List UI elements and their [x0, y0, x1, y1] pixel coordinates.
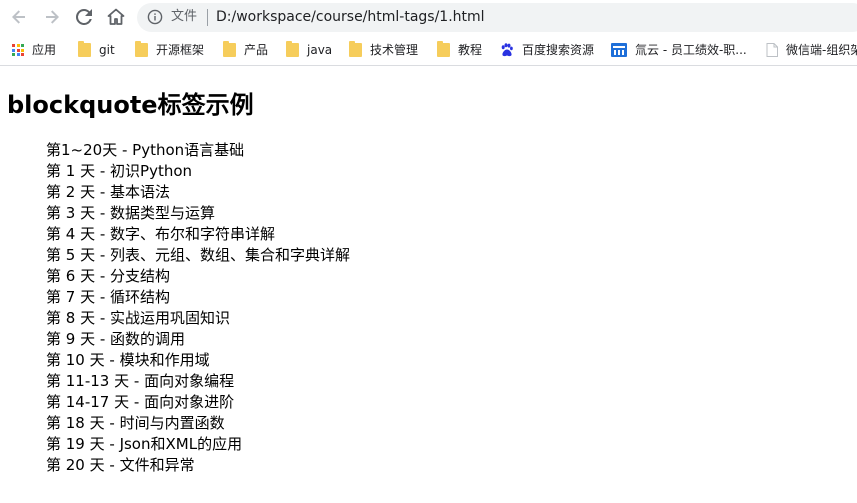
page-heading: blockquote标签示例 — [7, 91, 254, 119]
back-button[interactable] — [7, 5, 31, 29]
folder-icon — [349, 41, 362, 57]
address-bar[interactable]: 文件 D:/workspace/course/html-tags/1.html — [137, 3, 857, 32]
blockquote-line: 第1~20天 - Python语言基础 — [46, 141, 245, 159]
reload-button[interactable] — [72, 5, 96, 29]
home-icon — [107, 8, 125, 25]
bookmark-apps[interactable]: 应用 — [12, 41, 56, 59]
bookmark-open-source[interactable]: 开源框架 — [135, 41, 204, 59]
bookmark-tech-management[interactable]: 技术管理 — [349, 41, 418, 59]
bookmark-tutorial[interactable]: 教程 — [437, 41, 482, 59]
blockquote-line: 第 18 天 - 时间与内置函数 — [46, 414, 225, 432]
bookmark-label: git — [99, 43, 115, 57]
bookmark-label: 技术管理 — [370, 43, 419, 57]
arrow-right-icon — [46, 10, 59, 24]
bookmark-java[interactable]: java — [286, 41, 332, 59]
bookmark-wechat-org[interactable]: 微信端-组织架 — [766, 41, 857, 59]
bookmark-label: 教程 — [458, 43, 483, 57]
blockquote-line: 第 9 天 - 函数的调用 — [46, 330, 186, 348]
page-icon — [766, 43, 778, 57]
bookmark-label: 产品 — [244, 43, 269, 57]
url-text[interactable]: D:/workspace/course/html-tags/1.html — [216, 9, 485, 25]
bookmark-chuanyun[interactable]: 氚云 - 员工绩效-职... — [611, 41, 747, 59]
blockquote-line: 第 19 天 - Json和XML的应用 — [46, 435, 243, 453]
blockquote-line: 第 5 天 - 列表、元组、数组、集合和字典详解 — [46, 246, 351, 264]
folder-icon — [286, 41, 299, 57]
home-button[interactable] — [104, 5, 128, 29]
scheme-label: 文件 — [171, 9, 198, 24]
bookmark-label: 氚云 - 员工绩效-职... — [635, 43, 747, 57]
blockquote-line: 第 4 天 - 数字、布尔和字符串详解 — [46, 225, 276, 243]
baidu-paw-icon — [501, 43, 513, 57]
blockquote-line: 第 11-13 天 - 面向对象编程 — [46, 372, 235, 390]
bookmark-product[interactable]: 产品 — [223, 41, 268, 59]
arrow-left-icon — [12, 10, 25, 24]
folder-icon — [78, 41, 91, 57]
folder-icon — [437, 41, 450, 57]
browser-toolbar: 文件 D:/workspace/course/html-tags/1.html — [0, 0, 857, 34]
folder-icon — [135, 41, 148, 57]
bookmark-label: 百度搜索资源 — [522, 43, 595, 57]
blockquote-line: 第 8 天 - 实战运用巩固知识 — [46, 309, 231, 327]
bookmark-baidu-search[interactable]: 百度搜索资源 — [500, 41, 594, 59]
blockquote-line: 第 1 天 - 初识Python — [46, 162, 193, 180]
bookmark-label: 应用 — [32, 43, 57, 57]
chuanyun-icon — [611, 43, 627, 57]
blockquote-line: 第 20 天 - 文件和异常 — [46, 456, 195, 474]
bookmark-git[interactable]: git — [78, 41, 115, 59]
bookmark-label: java — [307, 43, 333, 57]
info-icon[interactable] — [147, 9, 163, 25]
blockquote-line: 第 7 天 - 循环结构 — [46, 288, 171, 306]
bookmarks-bar: 应用 git 开源框架 产品 java 技术管理 教程 百度搜索资源 氚云 - … — [0, 34, 857, 66]
folder-icon — [223, 41, 236, 57]
reload-icon — [76, 9, 92, 25]
blockquote: 第1~20天 - Python语言基础 第 1 天 - 初识Python 第 2… — [46, 140, 350, 476]
page-content: blockquote标签示例 第1~20天 - Python语言基础 第 1 天… — [0, 66, 857, 503]
blockquote-line: 第 3 天 - 数据类型与运算 — [46, 204, 216, 222]
bookmark-label: 微信端-组织架 — [786, 43, 857, 57]
blockquote-line: 第 14-17 天 - 面向对象进阶 — [46, 393, 235, 411]
blockquote-line: 第 10 天 - 模块和作用域 — [46, 351, 210, 369]
bookmark-label: 开源框架 — [156, 43, 205, 57]
blockquote-line: 第 2 天 - 基本语法 — [46, 183, 171, 201]
omnibox-divider — [207, 9, 208, 26]
apps-grid-icon — [12, 44, 24, 56]
forward-button[interactable] — [40, 5, 64, 29]
blockquote-line: 第 6 天 - 分支结构 — [46, 267, 171, 285]
